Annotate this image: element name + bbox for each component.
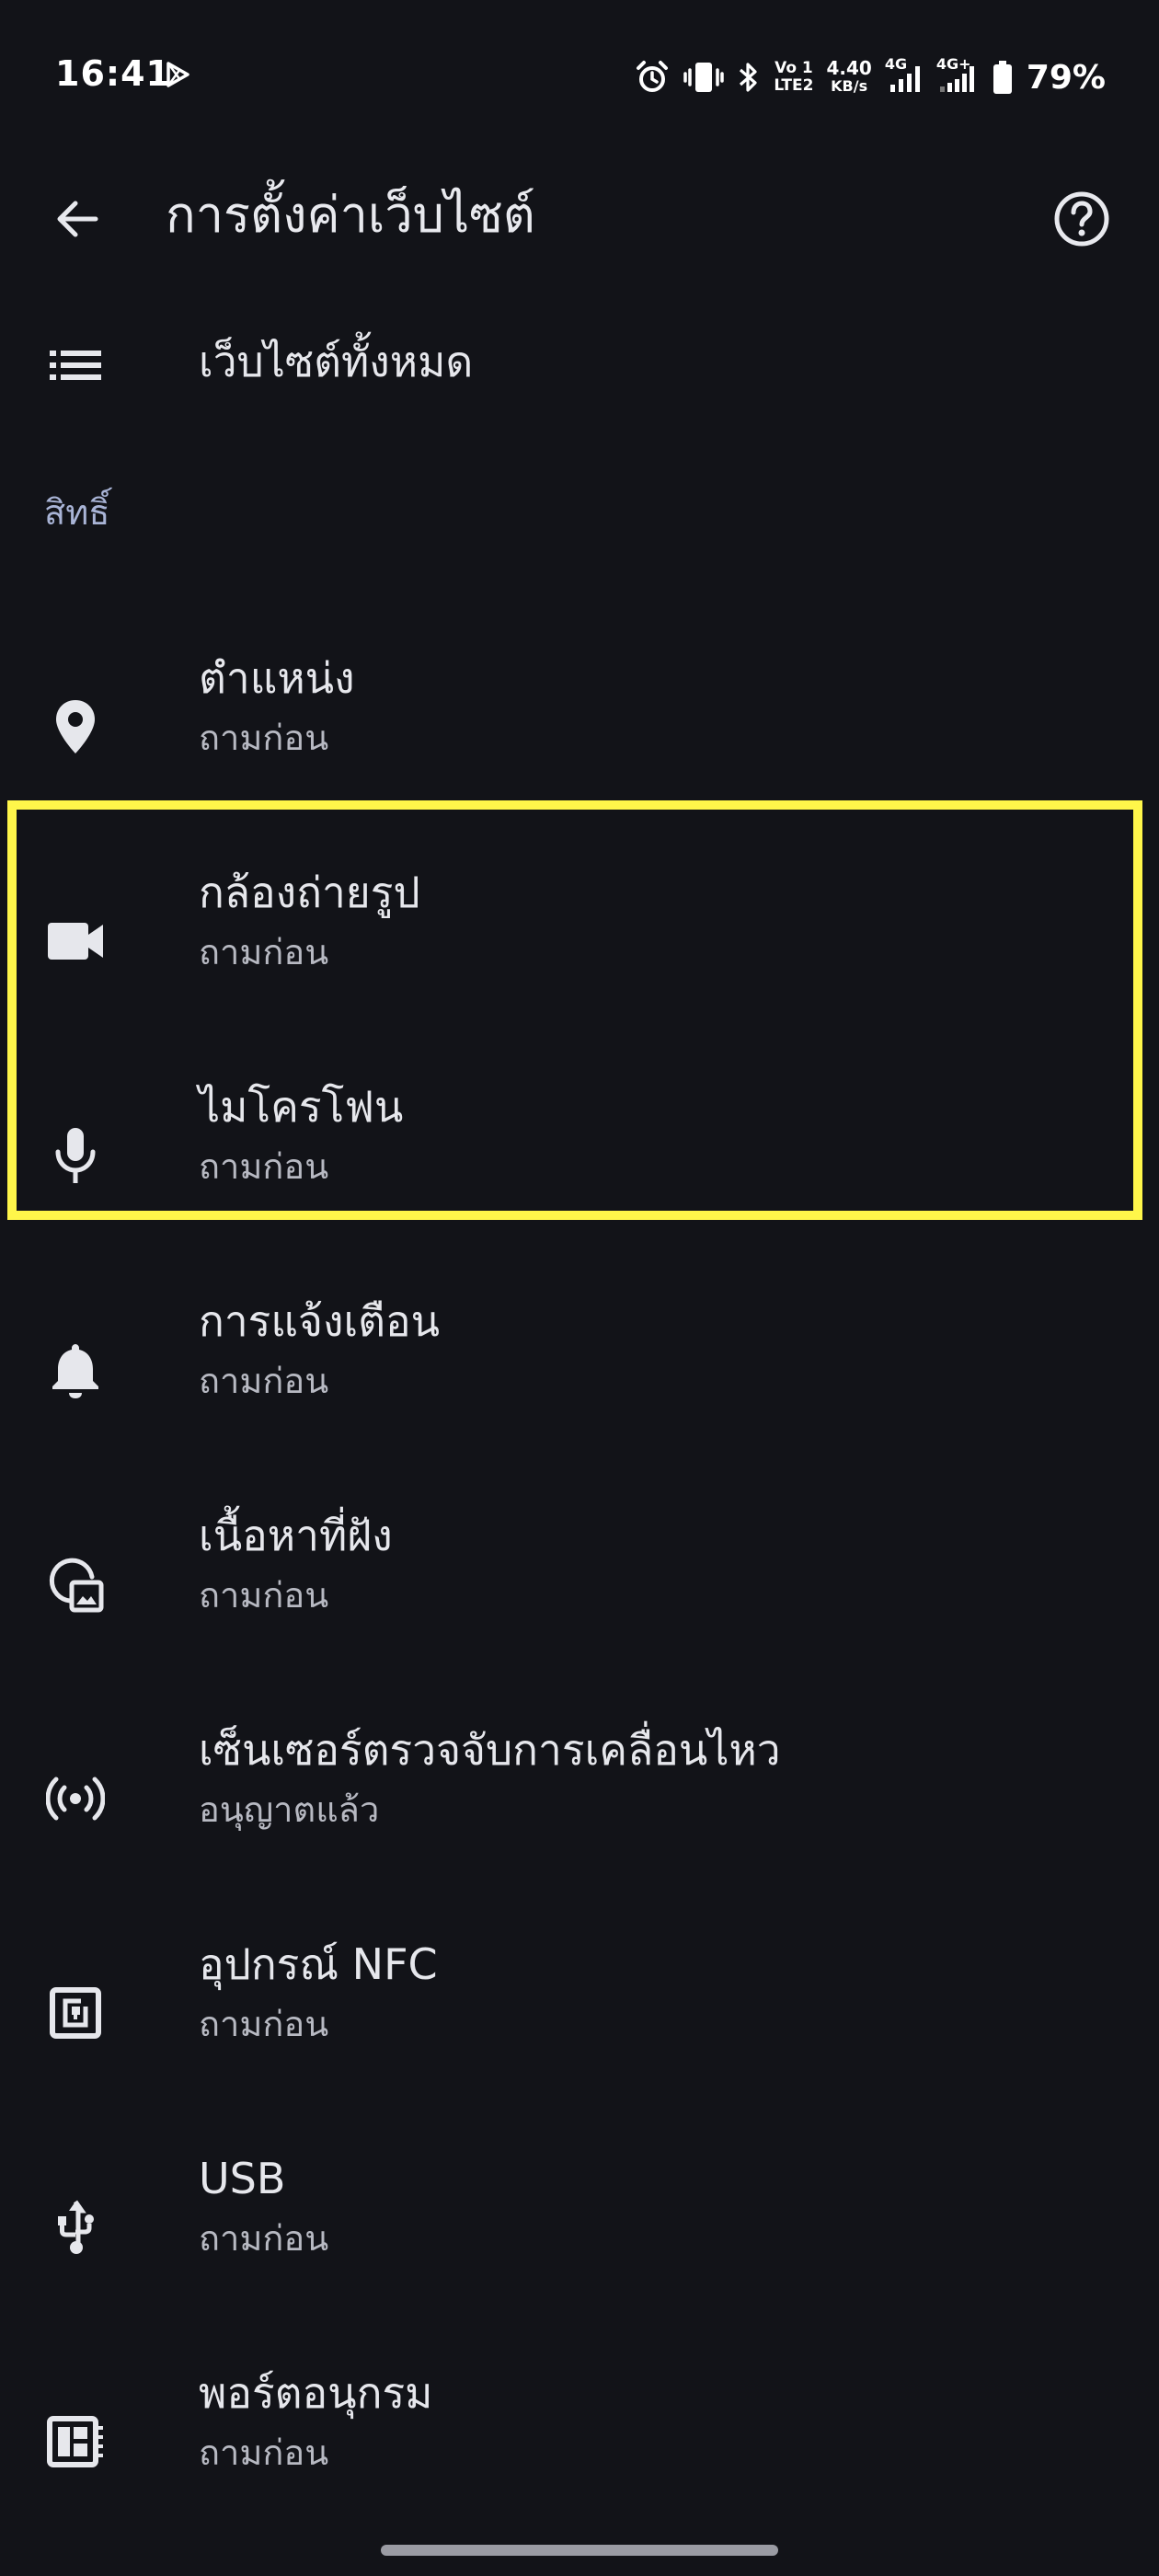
permission-title: ไมโครโฟน (199, 1082, 404, 1132)
bluetooth-icon (737, 59, 761, 96)
network-speed: 4.40 KB/s (826, 57, 872, 95)
battery-icon (992, 59, 1014, 96)
volte-indicator: Vo 1 LTE2 (774, 60, 813, 95)
permission-status: ถามก่อน (199, 1361, 329, 1401)
lte-label: LTE2 (774, 76, 814, 95)
permission-title: การแจ้งเตือน (199, 1296, 441, 1346)
permission-row-serial-ports[interactable]: พอร์ตอนุกรม ถามก่อน (0, 2340, 1159, 2555)
microphone-icon (46, 1126, 105, 1185)
status-time: 16:41 (55, 53, 171, 94)
permission-title: พอร์ตอนุกรม (199, 2368, 433, 2418)
volte-label: Vo 1 (775, 59, 813, 77)
status-icons: Vo 1 LTE2 4.40 KB/s 4G 4G+ 79% (634, 55, 1106, 99)
back-button[interactable] (40, 182, 114, 256)
gesture-nav-handle[interactable] (381, 2545, 778, 2556)
permission-row-location[interactable]: ตำแหน่ง ถามก่อน (0, 626, 1159, 840)
battery-percent: 79% (1026, 58, 1106, 97)
embedded-content-icon (46, 1555, 105, 1614)
speed-unit: KB/s (831, 77, 868, 95)
motion-sensor-icon (46, 1769, 105, 1828)
permission-title: กล้องถ่ายรูป (199, 868, 420, 917)
permission-status: ถามก่อน (199, 2218, 329, 2259)
vibrate-icon (683, 59, 725, 96)
videocam-icon (46, 912, 105, 971)
permission-status: ถามก่อน (199, 1146, 329, 1187)
app-bar: การตั้งค่าเว็บไซต์ (0, 156, 1159, 267)
usb-icon (46, 2198, 105, 2257)
permission-status: ถามก่อน (199, 718, 329, 758)
help-circle-icon (1053, 190, 1110, 247)
page-title: การตั้งค่าเว็บไซต์ (166, 186, 535, 244)
permissions-list: ตำแหน่ง ถามก่อน กล้องถ่ายรูป ถามก่อน ไมโ… (0, 626, 1159, 2555)
sim2-label: 4G+ (935, 55, 971, 73)
all-sites-row[interactable]: เว็บไซต์ทั้งหมด (0, 294, 1159, 432)
nfc-icon (46, 1984, 105, 2042)
permission-title: ตำแหน่ง (199, 653, 355, 703)
permission-status: ถามก่อน (199, 2004, 329, 2044)
permission-title: USB (199, 2154, 286, 2203)
permission-status: ถามก่อน (199, 2432, 329, 2473)
sim1-label: 4G (884, 55, 908, 73)
help-button[interactable] (1045, 182, 1119, 256)
permission-status: อนุญาตแล้ว (199, 1789, 380, 1830)
permission-title: เซ็นเซอร์ตรวจจับการเคลื่อนไหว (199, 1725, 781, 1775)
arrow-back-icon (53, 195, 101, 243)
permission-row-microphone[interactable]: ไมโครโฟน ถามก่อน (0, 1054, 1159, 1269)
permission-row-embedded-content[interactable]: เนื้อหาที่ฝัง ถามก่อน (0, 1483, 1159, 1697)
permissions-section-header: สิทธิ์ (44, 492, 110, 533)
serial-port-icon (46, 2412, 105, 2471)
location-pin-icon (46, 697, 105, 756)
signal-icon-sim2: 4G+ (936, 55, 979, 96)
permission-row-camera[interactable]: กล้องถ่ายรูป ถามก่อน (0, 840, 1159, 1054)
status-bar: 16:41 Vo 1 LTE2 4.40 KB/s 4G 4G+ 79% (0, 0, 1159, 156)
permission-status: ถามก่อน (199, 932, 329, 972)
signal-icon: 4G (885, 55, 924, 96)
permission-row-notifications[interactable]: การแจ้งเตือน ถามก่อน (0, 1269, 1159, 1483)
permission-title: เนื้อหาที่ฝัง (199, 1511, 393, 1560)
permission-status: ถามก่อน (199, 1575, 329, 1616)
alarm-icon (634, 59, 671, 96)
permission-row-nfc[interactable]: อุปกรณ์ NFC ถามก่อน (0, 1912, 1159, 2126)
bell-icon (46, 1340, 105, 1399)
all-sites-label: เว็บไซต์ทั้งหมด (199, 337, 474, 386)
list-icon (46, 336, 105, 395)
speed-value: 4.40 (826, 57, 872, 79)
play-store-icon (164, 61, 191, 88)
permission-title: อุปกรณ์ NFC (199, 1939, 438, 1989)
permission-row-usb[interactable]: USB ถามก่อน (0, 2126, 1159, 2340)
permission-row-motion-sensors[interactable]: เซ็นเซอร์ตรวจจับการเคลื่อนไหว อนุญาตแล้ว (0, 1697, 1159, 1912)
